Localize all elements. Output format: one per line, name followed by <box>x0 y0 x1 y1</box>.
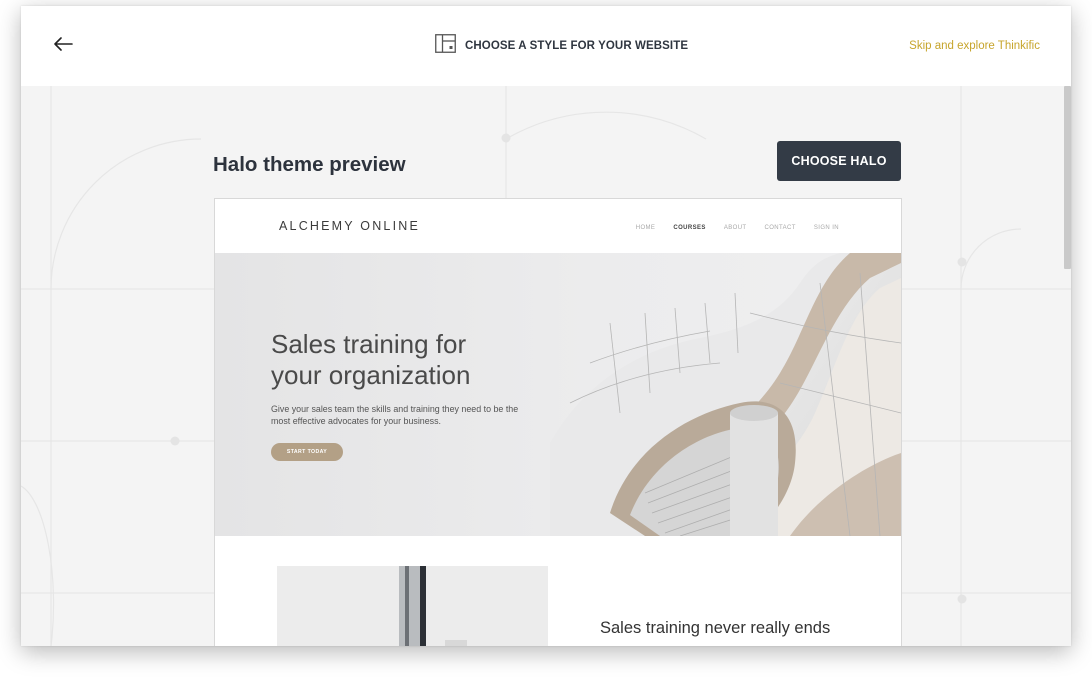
arrow-left-icon <box>53 36 73 56</box>
top-bar: CHOOSE A STYLE FOR YOUR WEBSITE Skip and… <box>21 6 1071 86</box>
app-window: CHOOSE A STYLE FOR YOUR WEBSITE Skip and… <box>21 6 1071 646</box>
site-nav-sign-in[interactable]: SIGN IN <box>814 225 839 231</box>
site-nav-contact[interactable]: CONTACT <box>765 225 796 231</box>
site-header: ALCHEMY ONLINE HOME COURSES ABOUT CONTAC… <box>215 199 901 253</box>
site-logo[interactable]: ALCHEMY ONLINE <box>279 219 420 233</box>
site-nav-courses[interactable]: COURSES <box>673 225 705 231</box>
section-heading: Sales training never really ends <box>600 619 831 637</box>
scrollbar[interactable] <box>1063 86 1071 646</box>
start-today-button[interactable]: START TODAY <box>271 443 343 461</box>
hero-section: Sales training for your organization Giv… <box>215 253 901 536</box>
scrollbar-thumb[interactable] <box>1064 86 1071 269</box>
course-image <box>277 566 548 646</box>
preview-heading: Halo theme preview <box>213 153 406 176</box>
page-title: CHOOSE A STYLE FOR YOUR WEBSITE <box>435 34 689 58</box>
layout-template-icon <box>435 34 456 58</box>
back-button[interactable] <box>51 34 75 58</box>
page-title-text: CHOOSE A STYLE FOR YOUR WEBSITE <box>465 40 689 52</box>
architecture-image <box>550 253 901 536</box>
choose-theme-button[interactable]: CHOOSE HALO <box>777 141 901 181</box>
site-nav-menu: HOME COURSES ABOUT CONTACT SIGN IN <box>636 225 839 231</box>
site-nav-about[interactable]: ABOUT <box>724 225 747 231</box>
site-nav-home[interactable]: HOME <box>636 225 656 231</box>
hero-description: Give your sales team the skills and trai… <box>271 404 519 426</box>
hero-title: Sales training for your organization <box>271 329 471 390</box>
theme-preview-frame[interactable]: ALCHEMY ONLINE HOME COURSES ABOUT CONTAC… <box>214 198 902 646</box>
skip-and-explore-link[interactable]: Skip and explore Thinkific <box>909 40 1040 52</box>
course-image-art <box>399 566 467 646</box>
